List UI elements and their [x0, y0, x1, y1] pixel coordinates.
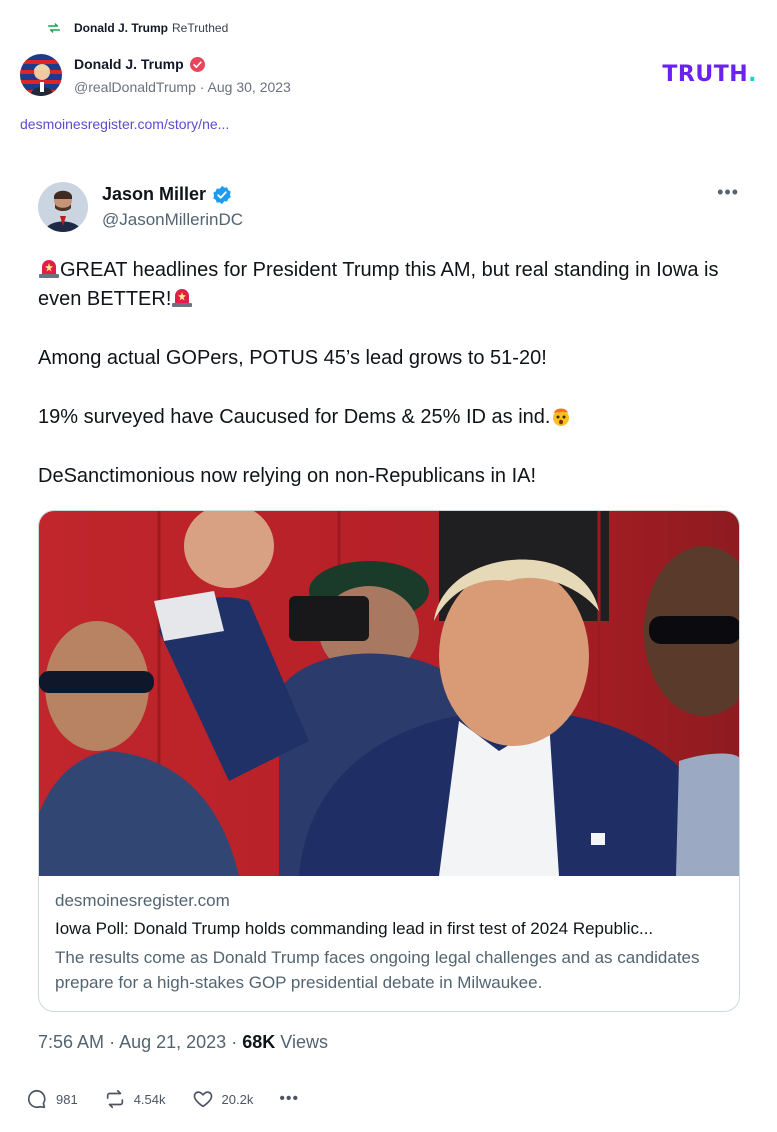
- reply-count: 981: [56, 1091, 78, 1107]
- post-date[interactable]: Aug 30, 2023: [208, 79, 291, 95]
- tweet-date[interactable]: Aug 21, 2023: [119, 1032, 226, 1052]
- post-link[interactable]: desmoinesregister.com/story/ne...: [20, 116, 229, 132]
- retruth-banner: Donald J. Trump ReTruthed: [46, 20, 228, 36]
- reply-button[interactable]: 981: [26, 1088, 78, 1110]
- heart-icon: [193, 1091, 212, 1108]
- retruth-icon: [47, 23, 61, 33]
- author-handle[interactable]: @realDonaldTrump: [74, 79, 196, 95]
- author-meta: @realDonaldTrump · Aug 30, 2023: [74, 79, 291, 95]
- tweet-author[interactable]: Jason Miller: [102, 184, 232, 205]
- reply-icon: [28, 1089, 46, 1109]
- retruth-button[interactable]: 4.54k: [104, 1088, 166, 1110]
- tweet-line-3: 19% surveyed have Caucused for Dems & 25…: [38, 403, 738, 432]
- tweet-time[interactable]: 7:56 AM: [38, 1032, 104, 1052]
- verified-check-icon: [213, 185, 231, 204]
- author-avatar[interactable]: [20, 54, 62, 96]
- tweet-views-label: Views: [280, 1032, 328, 1052]
- action-bar: 981 4.54k 20.2k •••: [26, 1088, 325, 1110]
- author-name[interactable]: Donald J. Trump: [74, 56, 205, 72]
- truth-logo-text: TRUTH: [662, 62, 749, 87]
- tweet-line-4: DeSanctimonious now relying on non-Repub…: [38, 465, 537, 487]
- retruth-count: 4.54k: [133, 1091, 166, 1107]
- verified-badge-icon: [189, 56, 205, 72]
- tweet-time-sep: ·: [231, 1032, 238, 1052]
- exploding-head-emoji-icon: [553, 408, 570, 426]
- more-options-button[interactable]: •••: [279, 1090, 299, 1108]
- tweet-more-button[interactable]: •••: [717, 182, 739, 203]
- embedded-tweet[interactable]: Jason Miller @JasonMillerinDC ••• GREAT …: [20, 160, 757, 1120]
- author-name-text[interactable]: Donald J. Trump: [74, 56, 184, 72]
- tweet-line-1-text: GREAT headlines for President Trump this…: [38, 259, 719, 310]
- tweet-timestamp: 7:56 AM · Aug 21, 2023 · 68K Views: [38, 1032, 328, 1053]
- siren-emoji-icon: [172, 289, 193, 307]
- meta-separator: ·: [199, 79, 205, 95]
- post-header: Donald J. Trump @realDonaldTrump · Aug 3…: [20, 54, 757, 98]
- link-preview-description: The results come as Donald Trump faces o…: [55, 948, 700, 992]
- tweet-line-3-text: 19% surveyed have Caucused for Dems & 25…: [38, 406, 551, 428]
- truth-logo-dot: .: [748, 62, 757, 87]
- tweet-handle[interactable]: @JasonMillerinDC: [102, 210, 243, 230]
- tweet-line-1: GREAT headlines for President Trump this…: [38, 256, 738, 314]
- tweet-time-sep: ·: [109, 1032, 116, 1052]
- truth-logo[interactable]: TRUTH.: [662, 62, 757, 87]
- tweet-text: GREAT headlines for President Trump this…: [38, 256, 738, 521]
- link-preview-body: desmoinesregister.com Iowa Poll: Donald …: [55, 891, 725, 995]
- like-button[interactable]: 20.2k: [192, 1088, 254, 1110]
- retruth-user[interactable]: Donald J. Trump: [74, 21, 168, 35]
- tweet-avatar[interactable]: [38, 182, 88, 232]
- link-preview-domain: desmoinesregister.com: [55, 891, 230, 910]
- article-photo: [39, 511, 739, 876]
- siren-emoji-icon: [39, 260, 59, 278]
- retruth-label: ReTruthed: [172, 21, 229, 35]
- repost-icon: [106, 1089, 123, 1109]
- like-count: 20.2k: [221, 1091, 254, 1107]
- link-preview-card[interactable]: desmoinesregister.com Iowa Poll: Donald …: [38, 510, 740, 1012]
- tweet-views-count: 68K: [242, 1032, 276, 1052]
- tweet-author-name[interactable]: Jason Miller: [102, 184, 206, 205]
- more-options-icon: •••: [279, 1090, 300, 1107]
- link-preview-title[interactable]: Iowa Poll: Donald Trump holds commanding…: [55, 919, 725, 939]
- tweet-line-2: Among actual GOPers, POTUS 45’s lead gro…: [38, 347, 547, 369]
